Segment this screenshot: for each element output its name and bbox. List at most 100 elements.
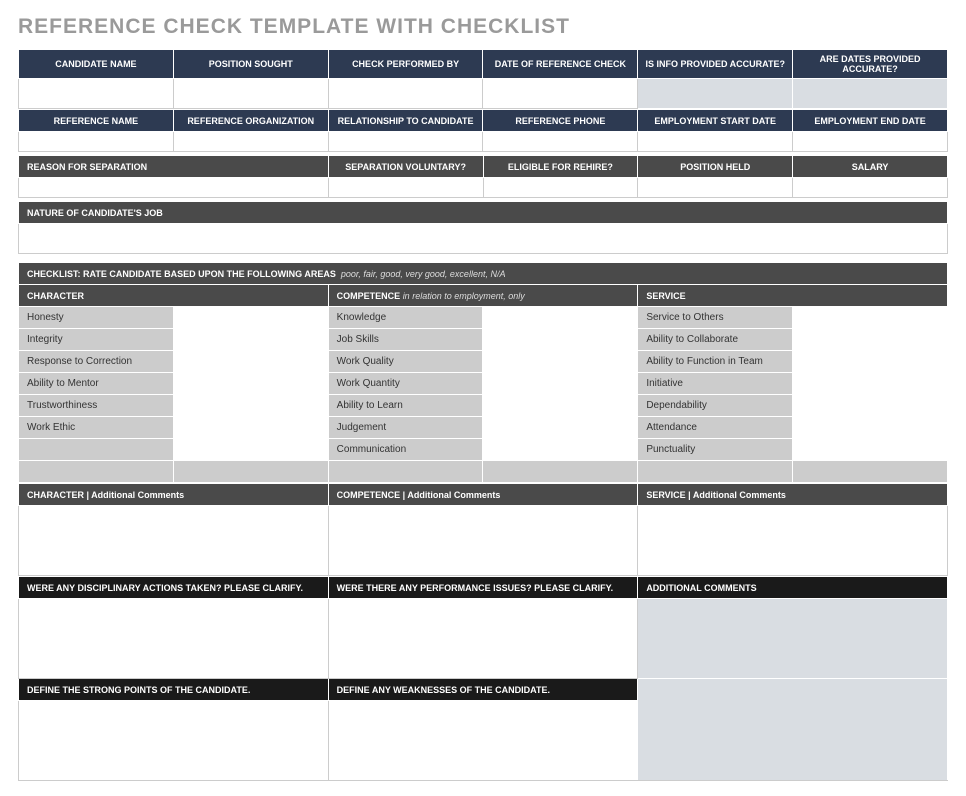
checklist-table: CHECKLIST: RATE CANDIDATE BASED UPON THE… xyxy=(18,262,948,483)
hdr-weaknesses: DEFINE ANY WEAKNESSES OF THE CANDIDATE. xyxy=(328,679,638,701)
header-row-3: REASON FOR SEPARATION SEPARATION VOLUNTA… xyxy=(18,155,948,198)
lbl-integrity: Integrity xyxy=(19,329,174,351)
hdr-char-comments: CHARACTER | Additional Comments xyxy=(19,484,329,506)
hdr-comp-comments: COMPETENCE | Additional Comments xyxy=(328,484,638,506)
val-function-team[interactable] xyxy=(793,351,948,373)
val-initiative[interactable] xyxy=(793,373,948,395)
lbl-ability-learn: Ability to Learn xyxy=(328,395,483,417)
blank-a8 xyxy=(19,461,174,483)
lbl-trustworthiness: Trustworthiness xyxy=(19,395,174,417)
val-trustworthiness[interactable] xyxy=(173,395,328,417)
hdr-position-held: POSITION HELD xyxy=(638,156,793,178)
questions-table: WERE ANY DISCIPLINARY ACTIONS TAKEN? PLE… xyxy=(18,576,948,781)
val-work-quantity[interactable] xyxy=(483,373,638,395)
inp-salary[interactable] xyxy=(793,178,948,198)
val-integrity[interactable] xyxy=(173,329,328,351)
hdr-check-performed-by: CHECK PERFORMED BY xyxy=(328,50,483,79)
hdr-reference-org: REFERENCE ORGANIZATION xyxy=(173,110,328,132)
blank-c8v xyxy=(793,461,948,483)
inp-emp-start[interactable] xyxy=(638,132,793,152)
inp-additional-2[interactable] xyxy=(638,679,948,781)
inp-reference-name[interactable] xyxy=(19,132,174,152)
val-work-ethic[interactable] xyxy=(173,417,328,439)
hdr-eligible-rehire: ELIGIBLE FOR REHIRE? xyxy=(483,156,638,178)
col-service: SERVICE xyxy=(638,285,948,307)
hdr-position-sought: POSITION SOUGHT xyxy=(173,50,328,79)
inp-serv-comments[interactable] xyxy=(638,506,948,576)
header-row-2: REFERENCE NAME REFERENCE ORGANIZATION RE… xyxy=(18,109,948,152)
inp-additional[interactable] xyxy=(638,599,948,679)
col-character: CHARACTER xyxy=(19,285,329,307)
val-communication[interactable] xyxy=(483,439,638,461)
hdr-reference-phone: REFERENCE PHONE xyxy=(483,110,638,132)
lbl-initiative: Initiative xyxy=(638,373,793,395)
val-service-others[interactable] xyxy=(793,307,948,329)
val-a7[interactable] xyxy=(173,439,328,461)
inp-position-held[interactable] xyxy=(638,178,793,198)
blank-a7 xyxy=(19,439,174,461)
lbl-work-quality: Work Quality xyxy=(328,351,483,373)
val-work-quality[interactable] xyxy=(483,351,638,373)
inp-reference-org[interactable] xyxy=(173,132,328,152)
val-ability-learn[interactable] xyxy=(483,395,638,417)
inp-dates-accurate[interactable] xyxy=(793,79,948,109)
val-honesty[interactable] xyxy=(173,307,328,329)
lbl-dependability: Dependability xyxy=(638,395,793,417)
lbl-work-quantity: Work Quantity xyxy=(328,373,483,395)
inp-position-sought[interactable] xyxy=(173,79,328,109)
inp-disciplinary[interactable] xyxy=(19,599,329,679)
blank-b8v xyxy=(483,461,638,483)
inp-eligible-rehire[interactable] xyxy=(483,178,638,198)
hdr-nature-job: NATURE OF CANDIDATE'S JOB xyxy=(19,202,948,224)
val-job-skills[interactable] xyxy=(483,329,638,351)
inp-nature-job[interactable] xyxy=(19,224,948,254)
val-knowledge[interactable] xyxy=(483,307,638,329)
hdr-serv-comments: SERVICE | Additional Comments xyxy=(638,484,948,506)
val-mentor[interactable] xyxy=(173,373,328,395)
lbl-judgement: Judgement xyxy=(328,417,483,439)
hdr-emp-start: EMPLOYMENT START DATE xyxy=(638,110,793,132)
val-dependability[interactable] xyxy=(793,395,948,417)
inp-info-accurate[interactable] xyxy=(638,79,793,109)
inp-char-comments[interactable] xyxy=(19,506,329,576)
lbl-collaborate: Ability to Collaborate xyxy=(638,329,793,351)
inp-relationship[interactable] xyxy=(328,132,483,152)
col-competence: COMPETENCE in relation to employment, on… xyxy=(328,285,638,307)
checklist-header: CHECKLIST: RATE CANDIDATE BASED UPON THE… xyxy=(19,263,948,285)
inp-date-of-check[interactable] xyxy=(483,79,638,109)
page-title: REFERENCE CHECK TEMPLATE WITH CHECKLIST xyxy=(18,15,948,39)
inp-comp-comments[interactable] xyxy=(328,506,638,576)
inp-check-performed-by[interactable] xyxy=(328,79,483,109)
inp-reason-sep[interactable] xyxy=(19,178,329,198)
inp-emp-end[interactable] xyxy=(793,132,948,152)
lbl-service-others: Service to Others xyxy=(638,307,793,329)
inp-sep-voluntary[interactable] xyxy=(328,178,483,198)
hdr-emp-end: EMPLOYMENT END DATE xyxy=(793,110,948,132)
blank-a8v xyxy=(173,461,328,483)
val-response-correction[interactable] xyxy=(173,351,328,373)
hdr-sep-voluntary: SEPARATION VOLUNTARY? xyxy=(328,156,483,178)
lbl-punctuality: Punctuality xyxy=(638,439,793,461)
hdr-additional: ADDITIONAL COMMENTS xyxy=(638,577,948,599)
hdr-reference-name: REFERENCE NAME xyxy=(19,110,174,132)
lbl-response-correction: Response to Correction xyxy=(19,351,174,373)
hdr-relationship: RELATIONSHIP TO CANDIDATE xyxy=(328,110,483,132)
lbl-honesty: Honesty xyxy=(19,307,174,329)
lbl-mentor: Ability to Mentor xyxy=(19,373,174,395)
comments-table: CHARACTER | Additional Comments COMPETEN… xyxy=(18,483,948,576)
lbl-knowledge: Knowledge xyxy=(328,307,483,329)
inp-performance[interactable] xyxy=(328,599,638,679)
lbl-work-ethic: Work Ethic xyxy=(19,417,174,439)
inp-candidate-name[interactable] xyxy=(19,79,174,109)
hdr-disciplinary: WERE ANY DISCIPLINARY ACTIONS TAKEN? PLE… xyxy=(19,577,329,599)
val-judgement[interactable] xyxy=(483,417,638,439)
blank-b8 xyxy=(328,461,483,483)
lbl-communication: Communication xyxy=(328,439,483,461)
val-collaborate[interactable] xyxy=(793,329,948,351)
hdr-salary: SALARY xyxy=(793,156,948,178)
inp-reference-phone[interactable] xyxy=(483,132,638,152)
inp-weaknesses[interactable] xyxy=(328,701,638,781)
inp-strong-points[interactable] xyxy=(19,701,329,781)
val-punctuality[interactable] xyxy=(793,439,948,461)
val-attendance[interactable] xyxy=(793,417,948,439)
